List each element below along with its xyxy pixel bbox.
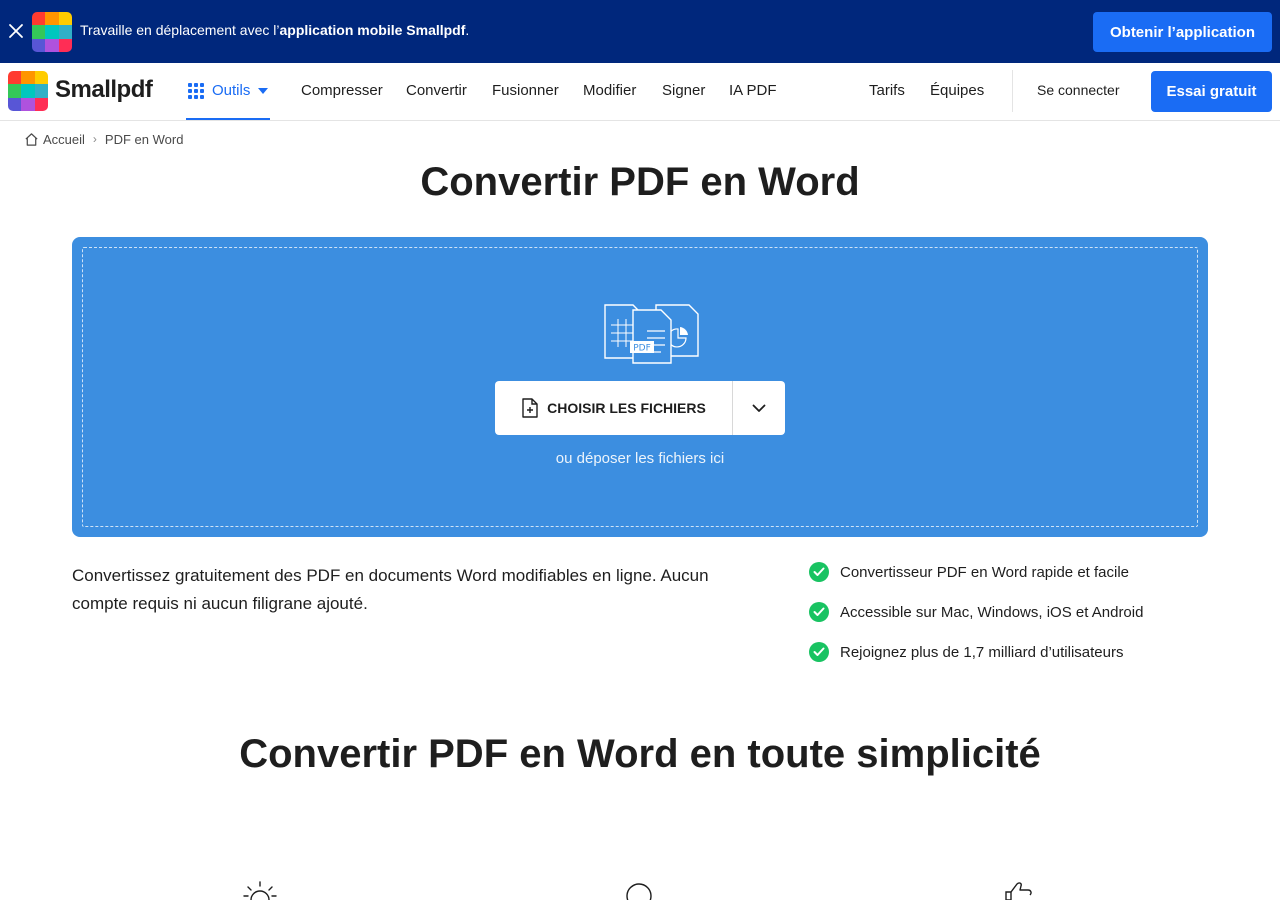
page-title: Convertir PDF en Word [420,160,860,204]
smallpdf-logo-icon[interactable] [8,71,48,111]
nav-link-edit[interactable]: Modifier [583,82,636,99]
nav-link-compress[interactable]: Compresser [301,82,383,99]
main-nav: Smallpdf Outils Compresser Convertir Fus… [0,63,1280,121]
section-title: Convertir PDF en Word en toute simplicit… [239,732,1041,776]
nav-link-sign[interactable]: Signer [662,82,705,99]
get-app-button[interactable]: Obtenir l’application [1093,12,1272,52]
feature-item: Rejoignez plus de 1,7 milliard d’utilisa… [809,642,1123,662]
file-add-icon [522,398,538,418]
nav-link-convert[interactable]: Convertir [406,82,467,99]
banner-text: Travaille en déplacement avec l’applicat… [80,22,470,38]
breadcrumb-home[interactable]: Accueil [43,132,85,147]
upload-source-dropdown[interactable] [732,381,785,435]
check-icon [809,562,829,582]
nav-link-ai-pdf[interactable]: IA PDF [729,82,777,99]
pdf-tag: PDF [633,344,651,354]
nav-link-teams[interactable]: Équipes [930,82,984,99]
lightbulb-icon [243,881,277,900]
caret-down-icon [258,87,269,94]
home-icon [25,132,38,146]
drop-hint: ou déposer les fichiers ici [555,450,725,467]
check-icon [809,602,829,622]
choose-files-button[interactable]: CHOISIR LES FICHIERS [495,381,732,435]
breadcrumb: Accueil › PDF en Word [24,130,183,148]
chevron-right-icon: › [92,132,97,146]
circle-icon [626,883,652,900]
free-trial-button[interactable]: Essai gratuit [1151,71,1272,112]
brand-name[interactable]: Smallpdf [55,76,153,104]
smallpdf-logo-icon [32,12,72,52]
login-link[interactable]: Se connecter [1037,82,1120,98]
feature-text: Rejoignez plus de 1,7 milliard d’utilisa… [840,643,1124,661]
chevron-down-icon [752,404,766,412]
check-icon [809,642,829,662]
breadcrumb-current[interactable]: PDF en Word [105,132,184,147]
documents-icon: PDF [604,304,699,364]
tools-menu-button[interactable]: Outils [186,63,271,120]
nav-link-merge[interactable]: Fusionner [492,82,559,99]
nav-divider [1012,70,1013,112]
feature-text: Convertisseur PDF en Word rapide et faci… [840,563,1130,581]
feature-item: Convertisseur PDF en Word rapide et faci… [809,562,1129,582]
thumbs-up-icon [1005,882,1032,900]
tool-description: Convertissez gratuitement des PDF en doc… [72,566,709,613]
tools-label: Outils [212,82,251,99]
close-icon[interactable] [6,21,26,41]
choose-files-label: CHOISIR LES FICHIERS [547,400,706,416]
nav-link-pricing[interactable]: Tarifs [869,82,905,99]
promo-banner: Travaille en déplacement avec l’applicat… [0,0,1280,63]
grid-icon [188,82,204,99]
feature-text: Accessible sur Mac, Windows, iOS et Andr… [840,603,1144,621]
feature-item: Accessible sur Mac, Windows, iOS et Andr… [809,602,1143,622]
